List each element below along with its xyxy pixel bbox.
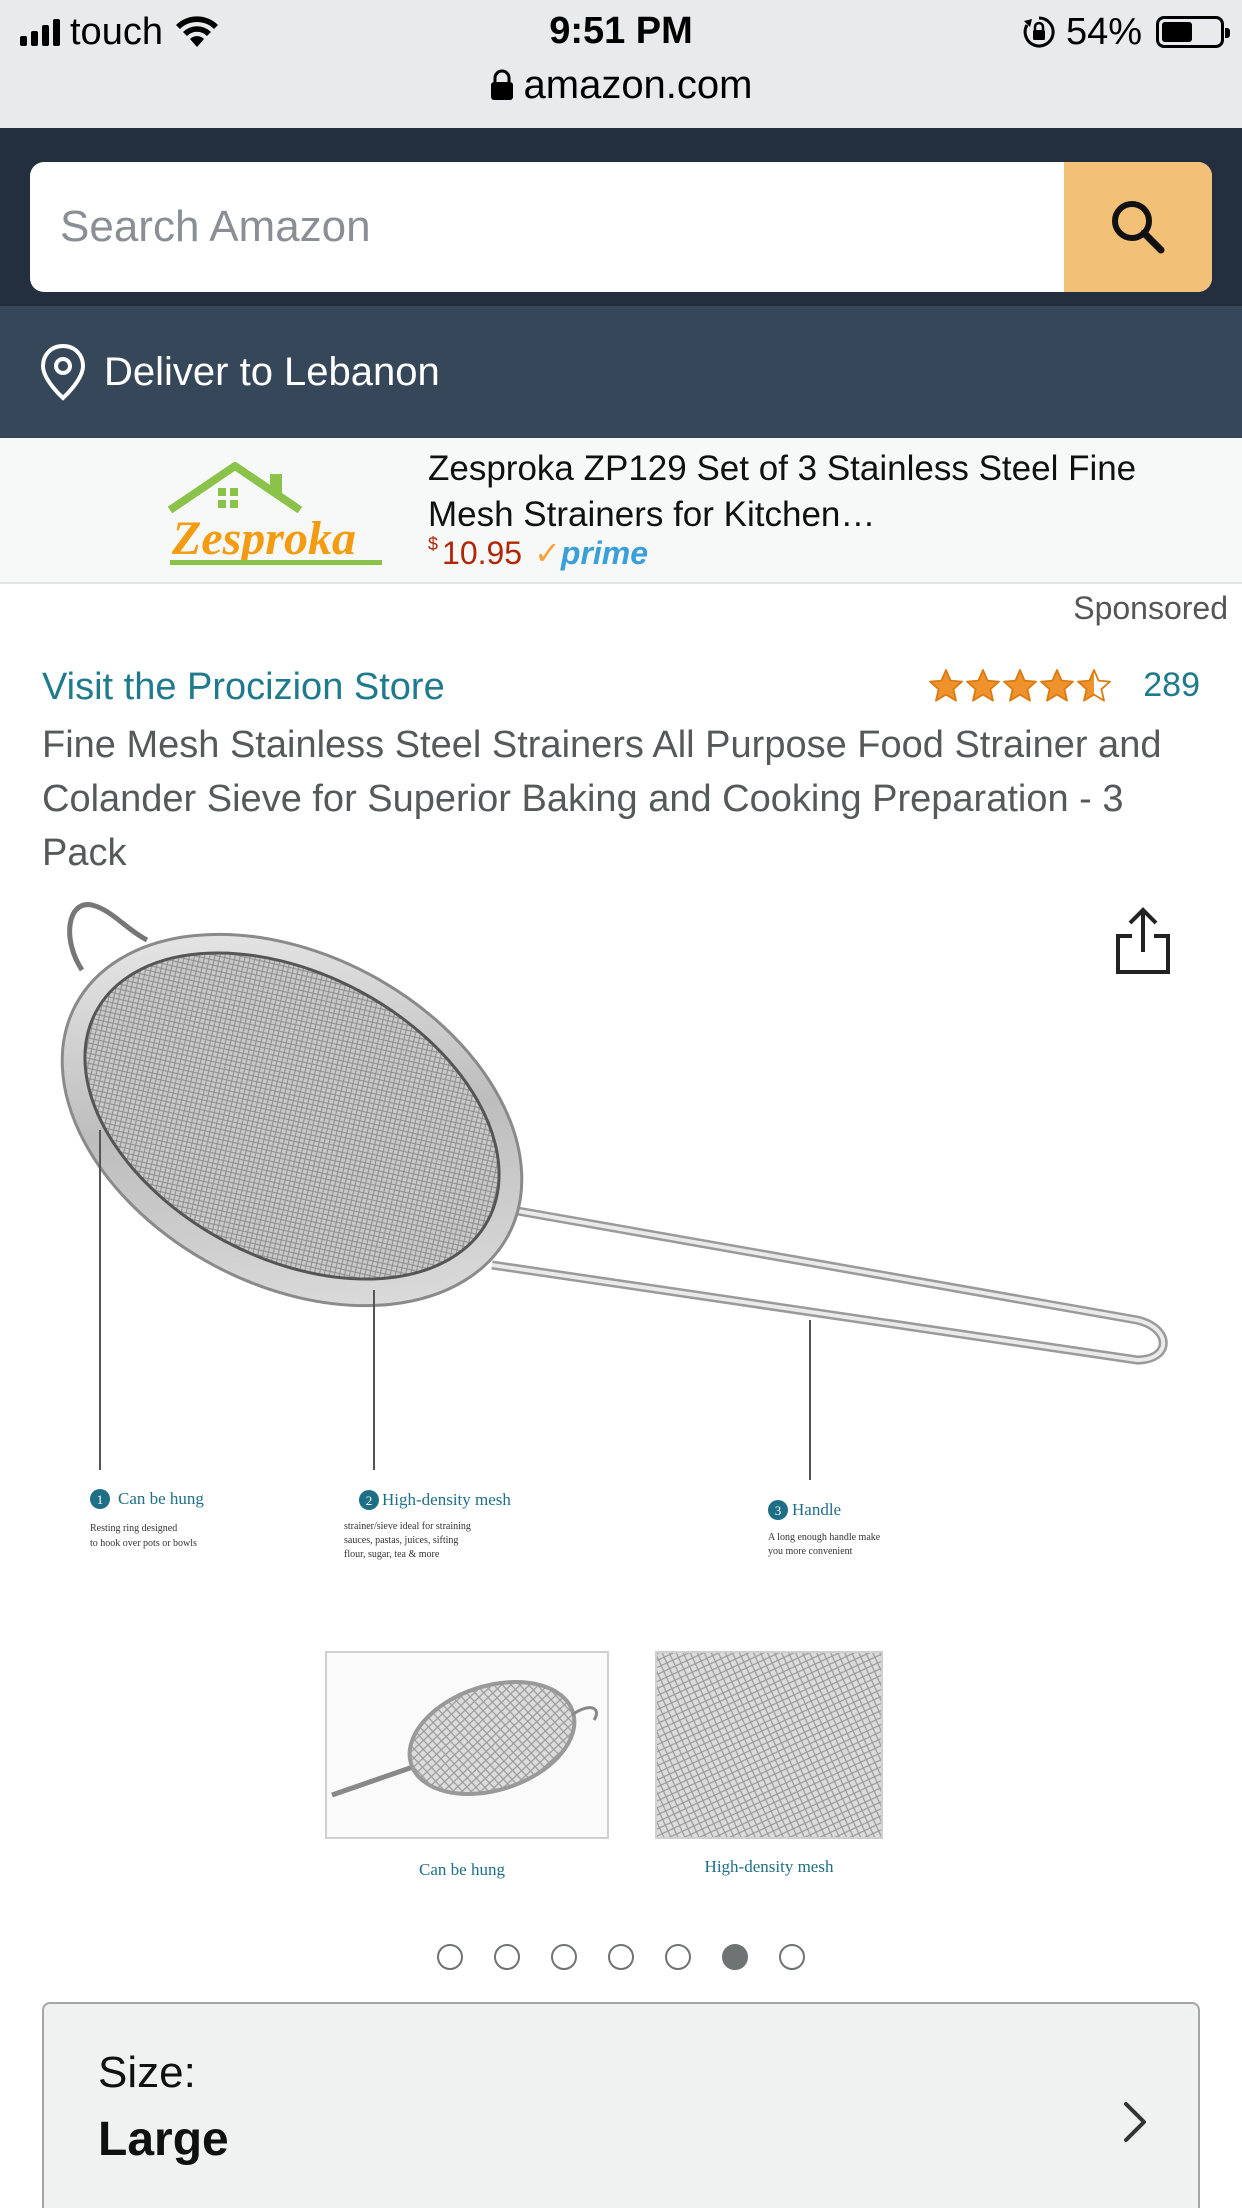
battery-fill (1162, 22, 1192, 42)
sponsored-ad-banner[interactable]: Zesproka Zesproka ZP129 Set of 3 Stainle… (0, 438, 1242, 584)
orientation-lock-icon (1023, 16, 1055, 48)
carousel-dot[interactable] (665, 1944, 691, 1970)
search-box (30, 162, 1212, 292)
callout-3-number: 3 (775, 1503, 782, 1518)
rating-count[interactable]: 289 (1143, 666, 1200, 705)
product-image[interactable]: 1 Can be hung Resting ring designed to h… (42, 880, 1202, 1900)
callout-1-desc-2: to hook over pots or bowls (90, 1538, 197, 1549)
search-header (0, 128, 1242, 306)
lock-icon (490, 69, 513, 100)
size-label: Size: (98, 2048, 196, 2097)
carousel-dot[interactable] (551, 1944, 577, 1970)
ad-price-row: $ 10.95 ✓ prime (428, 534, 648, 572)
share-icon[interactable] (1110, 906, 1176, 976)
carousel-dot[interactable] (722, 1944, 748, 1970)
callout-1-title: Can be hung (118, 1489, 204, 1508)
star-icon (1040, 668, 1075, 701)
search-button[interactable] (1064, 162, 1212, 292)
search-input[interactable] (30, 162, 1064, 292)
ad-title[interactable]: Zesproka ZP129 Set of 3 Stainless Steel … (428, 446, 1218, 538)
callout-3-desc-2: you more convenient (768, 1546, 853, 1557)
carousel-dot[interactable] (437, 1944, 463, 1970)
ad-price: 10.95 (442, 535, 523, 571)
star-icon (929, 668, 964, 701)
svg-text:Zesproka: Zesproka (171, 512, 356, 565)
callout-2-desc-1: strainer/sieve ideal for straining (344, 1521, 471, 1532)
address-bar[interactable]: amazon.com (0, 58, 1242, 112)
product-title: Fine Mesh Stainless Steel Strainers All … (42, 724, 1162, 874)
callout-1-number: 1 (97, 1492, 104, 1507)
thumb-2-caption: High-density mesh (705, 1857, 834, 1876)
star-icon (1077, 668, 1112, 701)
callout-2-title: High-density mesh (382, 1490, 511, 1509)
deliver-to-text: Deliver to Lebanon (104, 349, 440, 394)
size-selector[interactable]: Size: Large (42, 2002, 1200, 2208)
callout-2-number: 2 (366, 1493, 373, 1508)
callout-3-title: Handle (792, 1500, 841, 1519)
thumb-1-caption: Can be hung (419, 1860, 505, 1879)
star-icon (1003, 668, 1038, 701)
size-value: Large (98, 2113, 229, 2166)
prime-badge: prime (560, 535, 649, 571)
rating-widget[interactable]: 289 (928, 666, 1200, 705)
battery-percent: 54% (1065, 10, 1142, 53)
carousel-dot[interactable] (494, 1944, 520, 1970)
image-carousel-dots (0, 1944, 1242, 1970)
location-pin-icon (40, 343, 86, 401)
deliver-to-bar[interactable]: Deliver to Lebanon (0, 306, 1242, 438)
visit-store-link[interactable]: Visit the Procizion Store (42, 666, 445, 709)
carousel-dot[interactable] (608, 1944, 634, 1970)
search-icon (1112, 201, 1165, 254)
rating-stars (928, 668, 1113, 704)
callout-2-desc-3: flour, sugar, tea & more (344, 1549, 440, 1560)
carousel-dot[interactable] (779, 1944, 805, 1970)
status-bar: touch 9:51 PM 54% amazon.com (0, 0, 1242, 128)
chevron-right-icon (1124, 2102, 1146, 2142)
sponsored-label[interactable]: Sponsored (1073, 590, 1228, 627)
callout-2-desc-2: sauces, pastas, juices, sifting (344, 1535, 458, 1546)
star-icon (966, 668, 1001, 701)
callout-1-desc-1: Resting ring designed (90, 1523, 177, 1534)
ad-currency: $ (428, 534, 439, 554)
battery-icon (1156, 16, 1230, 48)
prime-check-icon: ✓ (534, 535, 561, 571)
zesproka-logo: Zesproka (167, 462, 382, 565)
status-right: 54% (1022, 10, 1230, 54)
callout-3-desc-1: A long enough handle make (768, 1532, 881, 1543)
url-text: amazon.com (523, 62, 753, 107)
